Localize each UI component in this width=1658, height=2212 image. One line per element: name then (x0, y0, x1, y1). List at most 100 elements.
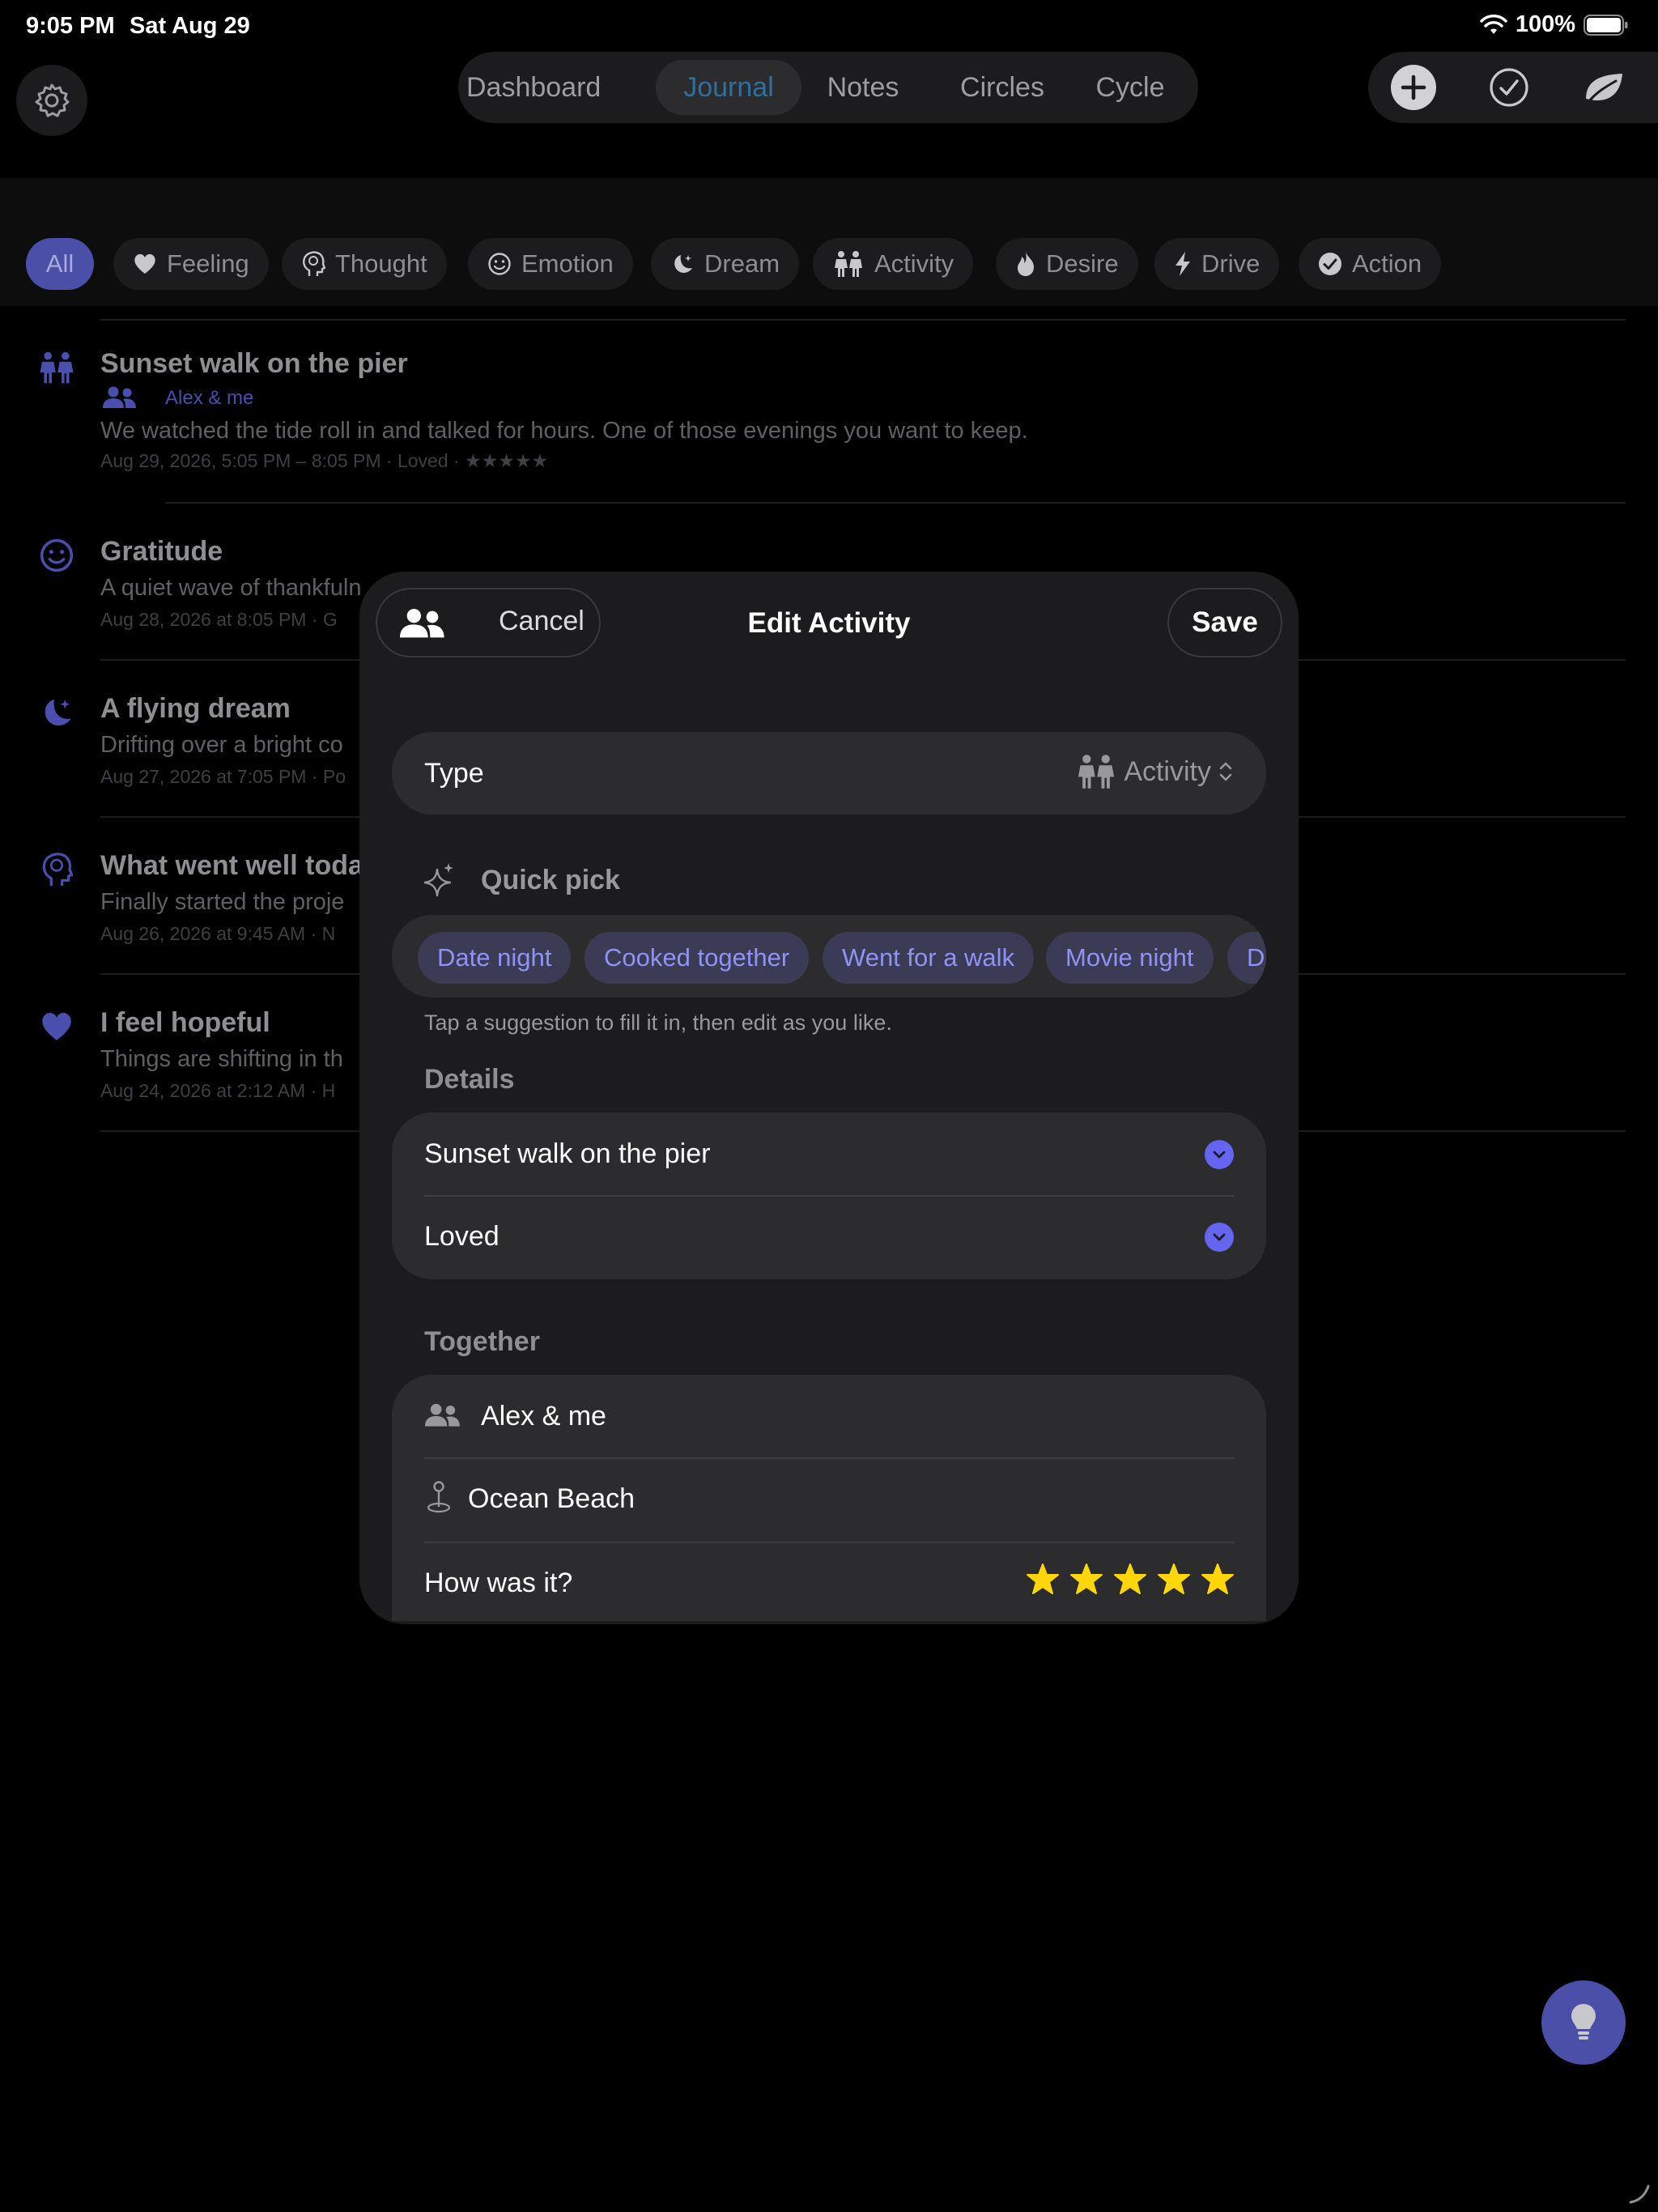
entry-meta: Aug 27, 2026 at 7:05 PM · Po (100, 766, 346, 787)
entry-title: I feel hopeful (100, 1007, 270, 1038)
wifi-icon (1480, 14, 1507, 36)
entry-body: A quiet wave of thankfuln (100, 575, 362, 601)
quick-pick-chip[interactable]: D (1227, 932, 1266, 984)
brain-head-icon (301, 250, 325, 278)
filter-action-label: Action (1352, 249, 1422, 278)
filter-thought[interactable]: Thought (282, 238, 447, 290)
status-time: 9:05 PM (26, 13, 115, 39)
star-rating[interactable] (1027, 1563, 1234, 1595)
entry-title: What went well toda (100, 850, 363, 881)
mood-field[interactable]: Loved (392, 1197, 1266, 1279)
quick-pick-chip[interactable]: Cooked together (585, 932, 810, 984)
add-button[interactable] (1389, 63, 1438, 112)
filter-all-label: All (45, 249, 74, 278)
details-card: Sunset walk on the pier Loved (392, 1112, 1266, 1279)
together-label: Together (424, 1326, 540, 1357)
filter-activity-label: Activity (874, 249, 954, 278)
filter-feeling[interactable]: Feeling (113, 238, 269, 290)
mood-value: Loved (424, 1221, 500, 1252)
entry-body: We watched the tide roll in and talked f… (100, 418, 1028, 444)
tab-circles[interactable]: Circles (944, 60, 1061, 115)
entry-title: Gratitude (100, 536, 223, 567)
bolt-icon (1174, 251, 1192, 277)
status-bar: 9:05 PM Sat Aug 29 100% (0, 0, 1658, 52)
quick-pick-chip[interactable]: Date night (418, 932, 572, 984)
star-icon[interactable] (1158, 1563, 1190, 1595)
tab-journal[interactable]: Journal (656, 60, 801, 115)
tab-cycle[interactable]: Cycle (1082, 60, 1179, 115)
leaf-button[interactable] (1580, 63, 1629, 112)
people-field[interactable]: Alex & me (392, 1375, 1266, 1458)
settings-button[interactable] (16, 65, 87, 136)
moon-stars-icon (670, 252, 695, 276)
star-icon[interactable] (1027, 1563, 1059, 1595)
type-label: Type (424, 758, 484, 789)
title-value: Sunset walk on the pier (424, 1138, 711, 1169)
filter-feeling-label: Feeling (167, 249, 249, 278)
chevron-down-icon[interactable] (1205, 1223, 1234, 1252)
quick-pick-chip[interactable]: Movie night (1046, 932, 1214, 984)
star-icon[interactable] (1070, 1563, 1103, 1595)
resize-handle-icon[interactable] (1627, 2181, 1652, 2206)
activity-icon (34, 345, 79, 390)
list-divider (165, 502, 1626, 504)
sparkles-icon (424, 861, 455, 897)
checkin-button[interactable] (1485, 63, 1533, 112)
filter-drive-label: Drive (1201, 249, 1261, 278)
rating-label: How was it? (424, 1568, 573, 1598)
quick-pick-label: Quick pick (481, 865, 620, 895)
entry-meta: Aug 24, 2026 at 2:12 AM · H (100, 1080, 336, 1101)
chevron-down-icon[interactable] (1205, 1140, 1234, 1169)
filter-desire[interactable]: Desire (996, 238, 1138, 290)
filter-all[interactable]: All (26, 238, 94, 290)
toolbar-actions (1368, 52, 1658, 123)
filter-emotion-label: Emotion (521, 249, 614, 278)
entry-body: Finally started the proje (100, 889, 345, 915)
type-picker[interactable]: Type Activity (392, 732, 1266, 815)
location-field[interactable]: Ocean Beach (392, 1459, 1266, 1542)
check-circle-icon (1318, 252, 1342, 276)
title-field[interactable]: Sunset walk on the pier (392, 1112, 1266, 1196)
sheet-title: Edit Activity (747, 607, 911, 639)
plus-icon (1389, 63, 1438, 112)
star-icon[interactable] (1201, 1563, 1234, 1595)
list-divider (100, 319, 1626, 321)
filter-activity[interactable]: Activity (813, 238, 974, 290)
entry-meta: Aug 26, 2026 at 9:45 AM · N (100, 923, 336, 944)
filter-desire-label: Desire (1046, 249, 1119, 278)
together-card: Alex & me Ocean Beach How was it? (392, 1375, 1266, 1621)
battery-icon (1584, 14, 1629, 36)
entry-title: Sunset walk on the pier (100, 348, 408, 379)
lightbulb-button[interactable] (1541, 1980, 1626, 2065)
emotion-icon (34, 533, 79, 578)
filter-dream-label: Dream (704, 249, 780, 278)
list-item[interactable]: Sunset walk on the pier Alex & me We wat… (0, 345, 1658, 483)
entry-meta: Aug 28, 2026 at 8:05 PM · G (100, 609, 338, 630)
filter-drive[interactable]: Drive (1154, 238, 1280, 290)
tab-dashboard[interactable]: Dashboard (466, 60, 601, 115)
star-icon[interactable] (1114, 1563, 1146, 1595)
people-value: Alex & me (481, 1401, 606, 1431)
people-icon (102, 385, 138, 410)
two-people-icon (832, 250, 865, 278)
type-value: Activity (1075, 753, 1234, 790)
checkmark-circle-icon (1489, 67, 1529, 108)
filter-thought-label: Thought (335, 249, 427, 278)
type-value-label: Activity (1124, 755, 1211, 787)
heart-icon (133, 253, 157, 275)
filter-action[interactable]: Action (1299, 238, 1442, 290)
filter-dream[interactable]: Dream (651, 238, 800, 290)
save-button[interactable]: Save (1167, 588, 1282, 657)
entry-with: Alex & me (165, 387, 254, 409)
thought-icon (34, 847, 79, 892)
entry-title: A flying dream (100, 693, 291, 724)
main-tabs: Dashboard Journal Notes Circles Cycle (458, 52, 1198, 123)
battery-percent: 100% (1515, 11, 1575, 37)
status-right: 100% (1480, 11, 1629, 38)
quick-pick-chip[interactable]: Went for a walk (823, 932, 1035, 984)
filter-emotion[interactable]: Emotion (468, 238, 633, 290)
chevron-updown-icon (1218, 759, 1234, 784)
tab-notes[interactable]: Notes (814, 60, 912, 115)
entry-body: Drifting over a bright co (100, 732, 343, 758)
map-pin-icon (426, 1480, 452, 1514)
